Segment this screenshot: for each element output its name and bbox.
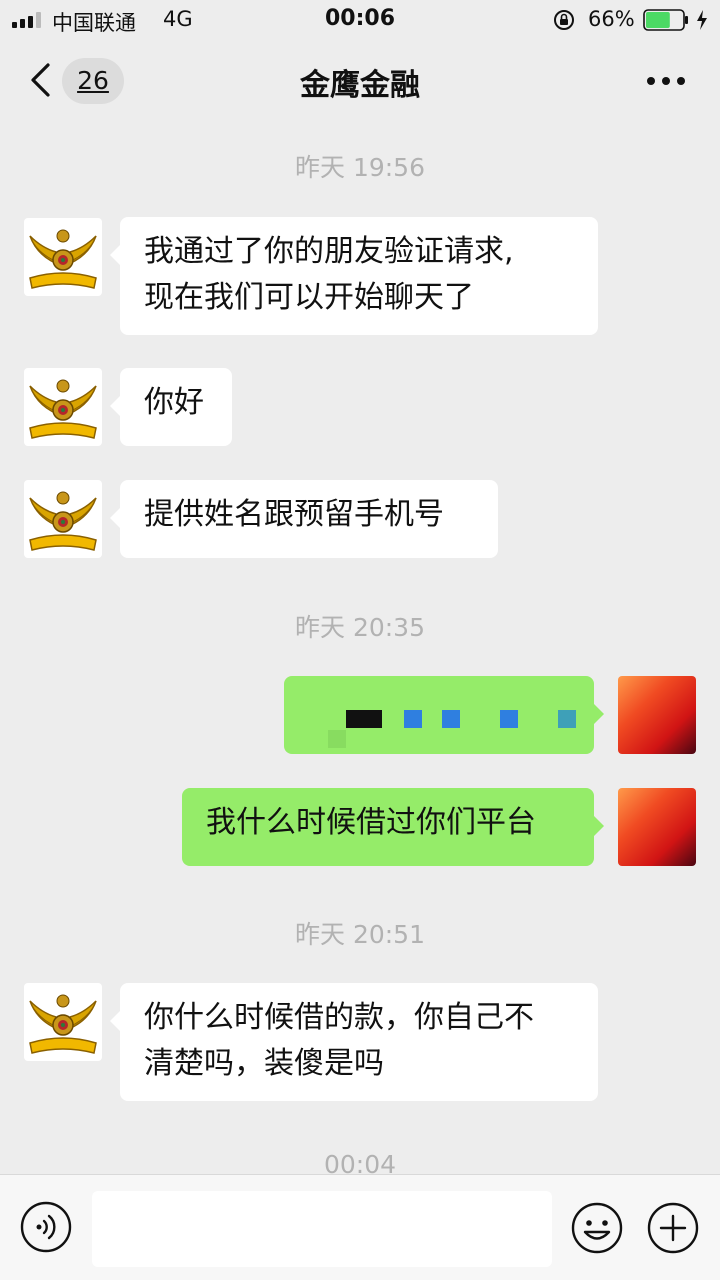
redaction-pixel	[442, 710, 460, 728]
redaction-pixel	[558, 710, 576, 728]
message-timestamp: 昨天 20:35	[295, 613, 425, 642]
more-dots-icon[interactable]	[646, 76, 686, 86]
emoji-icon[interactable]	[570, 1201, 624, 1255]
redaction-pixel	[346, 710, 364, 728]
message-timestamp: 昨天 20:51	[295, 920, 425, 949]
incoming-message[interactable]: 你什么时候借的款，你自己不 清楚吗，装傻是吗	[110, 983, 598, 1101]
rotation-lock-icon	[554, 10, 574, 30]
message-line: 现在我们可以开始聊天了	[144, 280, 474, 315]
chat-header: 26 金鹰金融	[0, 40, 720, 124]
incoming-message[interactable]: 我通过了你的朋友验证请求, 现在我们可以开始聊天了	[110, 217, 598, 335]
message-timestamp: 昨天 19:56	[295, 153, 425, 182]
charging-icon	[697, 10, 707, 30]
incoming-message[interactable]: 提供姓名跟预留手机号	[110, 480, 498, 558]
redaction-pixel	[404, 710, 422, 728]
contact-avatar[interactable]	[24, 218, 102, 296]
battery-icon	[643, 9, 688, 31]
redaction-pixel	[500, 710, 518, 728]
voice-icon[interactable]	[20, 1201, 72, 1253]
my-avatar[interactable]	[618, 788, 696, 866]
contact-avatar[interactable]	[24, 983, 102, 1061]
message-line: 清楚吗，装傻是吗	[144, 1046, 384, 1081]
message-line: 你什么时候借的款，你自己不	[144, 1000, 534, 1035]
redaction-pixel	[328, 730, 346, 748]
contact-avatar[interactable]	[24, 368, 102, 446]
status-bar: 中国联通 4G 00:06 66%	[0, 0, 720, 40]
outgoing-message-redacted[interactable]	[284, 676, 604, 754]
outgoing-message[interactable]: 我什么时候借过你们平台	[182, 788, 604, 866]
eagle-emblem-icon	[29, 491, 97, 551]
eagle-emblem-icon	[29, 994, 97, 1054]
redaction-pixel	[364, 710, 382, 728]
input-bar	[0, 1174, 720, 1280]
chat-title: 金鹰金融	[300, 68, 420, 103]
eagle-emblem-icon	[29, 229, 97, 289]
eagle-emblem-icon	[29, 379, 97, 439]
my-avatar[interactable]	[618, 676, 696, 754]
battery-percent: 66%	[588, 7, 635, 31]
contact-avatar[interactable]	[24, 480, 102, 558]
message-input[interactable]	[92, 1191, 552, 1267]
plus-icon[interactable]	[646, 1201, 700, 1255]
incoming-message[interactable]: 你好	[110, 368, 232, 446]
message-line: 我通过了你的朋友验证请求,	[144, 234, 514, 269]
